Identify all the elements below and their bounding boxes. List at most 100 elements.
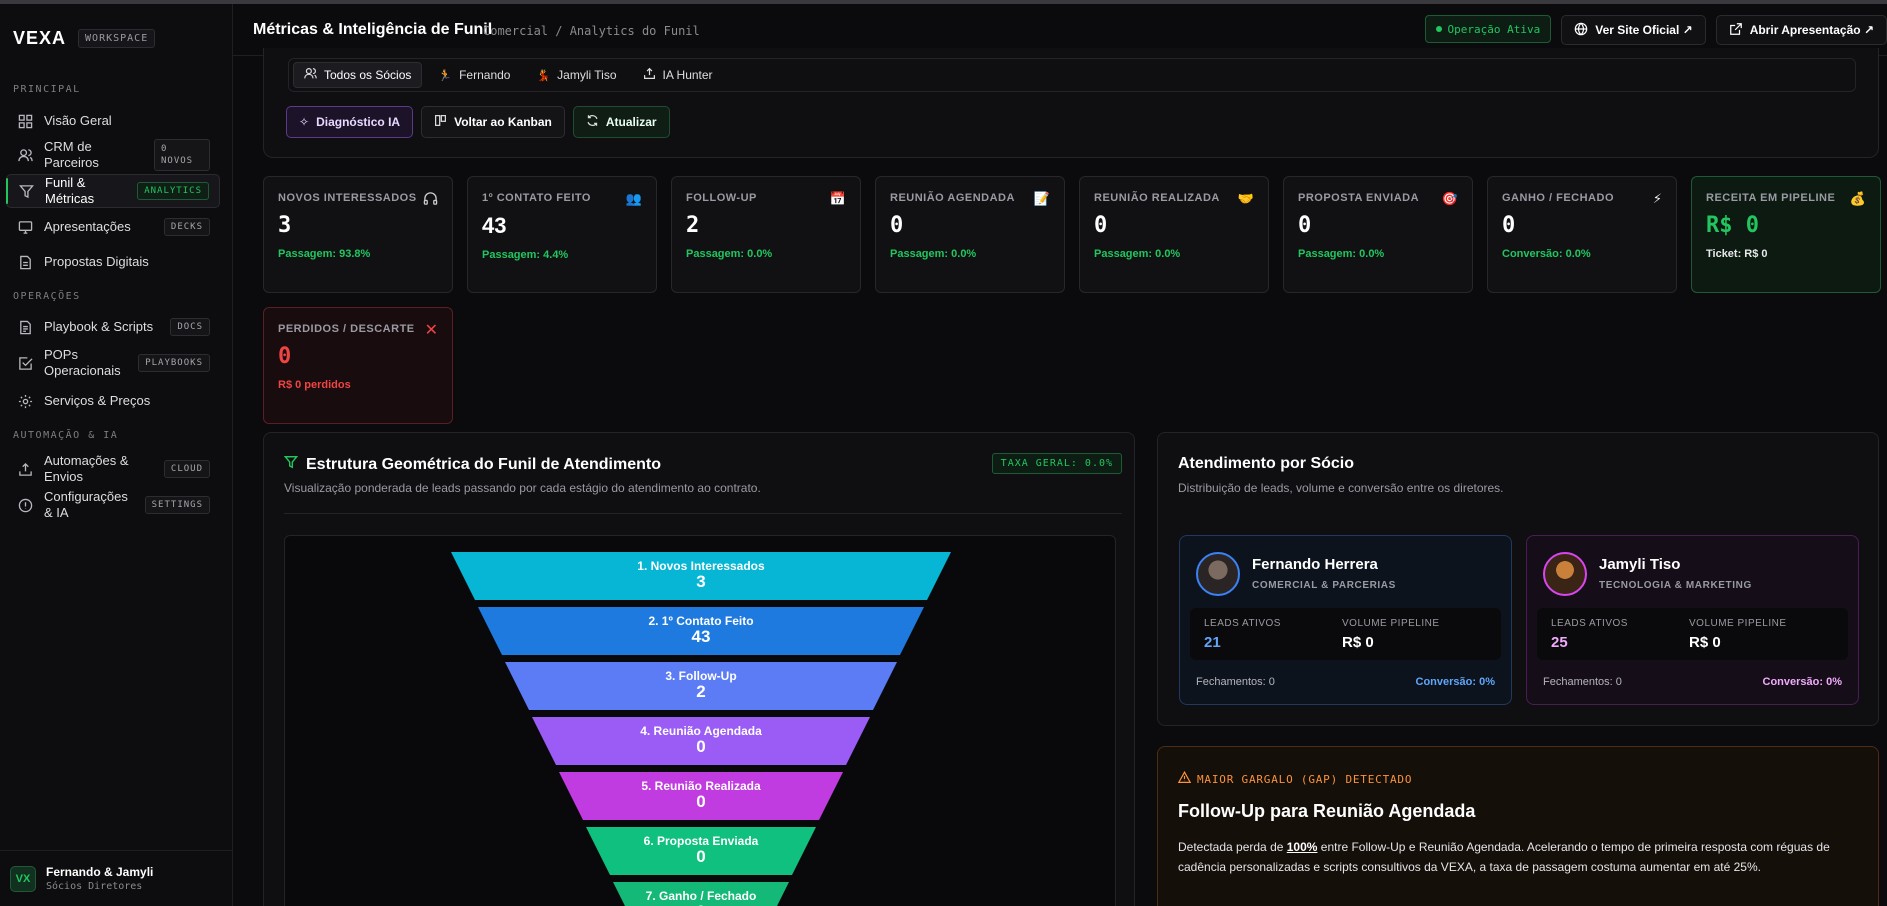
external-link-icon (1729, 22, 1743, 39)
sidebar-item-label: Playbook & Scripts (44, 319, 154, 334)
metric-sub: Conversão: 0.0% (1502, 248, 1591, 260)
partners-title: Atendimento por Sócio (1178, 455, 1354, 472)
upload-icon (16, 460, 34, 478)
check-square-icon (16, 354, 34, 372)
section-automacao: AUTOMAÇÃO & IA (13, 430, 119, 441)
tab-jamyli[interactable]: 💃 Jamyli Tiso (526, 62, 626, 88)
sidebar-item-overview[interactable]: Visão Geral (6, 108, 220, 134)
partners-panel: Atendimento por Sócio Distribuição de le… (1157, 432, 1879, 726)
open-presentation-button[interactable]: Abrir Apresentação ↗ (1715, 15, 1887, 45)
refresh-label: Atualizar (605, 115, 657, 129)
users-icon (16, 146, 34, 164)
funnel-stage[interactable]: 2. 1º Contato Feito 43 (478, 607, 924, 655)
people-icon: 👥 (625, 191, 642, 206)
partner-stats: LEADS ATIVOS 25 VOLUME PIPELINE R$ 0 (1537, 608, 1848, 660)
metric-sub: R$ 0 perdidos (278, 379, 351, 391)
cloud-badge: CLOUD (163, 460, 210, 478)
back-to-kanban-button[interactable]: Voltar ao Kanban (421, 106, 565, 138)
sidebar-item-playbook[interactable]: Playbook & Scripts DOCS (6, 314, 220, 340)
partner-card-jamyli[interactable]: Jamyli Tiso TECNOLOGIA & MARKETING LEADS… (1526, 535, 1859, 705)
funnel-panel: Estrutura Geométrica do Funil de Atendim… (263, 432, 1135, 906)
metric-sub: Ticket: R$ 0 (1706, 248, 1768, 260)
metric-card-meeting-held: REUNIÃO REALIZADA 🤝 0 Passagem: 0.0% (1079, 176, 1269, 293)
calendar-icon: 📅 (829, 191, 846, 206)
metric-value: 0 (1094, 213, 1108, 238)
metric-title: PERDIDOS / DESCARTE (278, 323, 415, 335)
sidebar-item-label: Funil & Métricas (45, 175, 95, 206)
metric-card-lost: PERDIDOS / DESCARTE ✕ 0 R$ 0 perdidos (263, 307, 453, 424)
docs-badge: DOCS (170, 318, 210, 336)
metric-value: 0 (1502, 213, 1516, 238)
sidebar-item-pops[interactable]: POPs Operacionais PLAYBOOKS (6, 346, 220, 380)
metric-sub: Passagem: 93.8% (278, 248, 371, 260)
funnel-stage[interactable]: 7. Ganho / Fechado0 (613, 882, 789, 906)
refresh-button[interactable]: Atualizar (572, 106, 670, 138)
funnel-title: Estrutura Geométrica do Funil de Atendim… (306, 455, 661, 473)
metric-card-won: GANHO / FECHADO ⚡ 0 Conversão: 0.0% (1487, 176, 1677, 293)
sidebar-item-crm[interactable]: CRM de Parceiros 0 NOVOS (6, 138, 220, 172)
metric-value: 3 (278, 213, 292, 238)
handshake-icon: 🤝 (1237, 191, 1254, 206)
funnel-title-row: Estrutura Geométrica do Funil de Atendim… (283, 455, 661, 474)
funnel-stage[interactable]: 1. Novos Interessados 3 (451, 552, 951, 600)
sidebar-item-proposals[interactable]: Propostas Digitais (6, 249, 220, 275)
memo-icon: 📝 (1033, 191, 1050, 206)
funnel-stage-value: 0 (696, 737, 706, 756)
metric-title: REUNIÃO AGENDADA (890, 192, 1015, 204)
tab-ia-hunter[interactable]: IA Hunter (633, 62, 723, 88)
funnel-chart: 1. Novos Interessados 3 2. 1º Contato Feit… (284, 535, 1116, 906)
metric-value: 0 (278, 344, 292, 369)
sidebar-item-presentations[interactable]: Apresentações DECKS (6, 214, 220, 240)
section-operacoes: OPERAÇÕES (13, 291, 81, 302)
document-icon (16, 253, 34, 271)
brand: VEXA WORKSPACE (13, 28, 156, 49)
metric-title: RECEITA EM PIPELINE (1706, 192, 1836, 204)
metric-title: REUNIÃO REALIZADA (1094, 192, 1220, 204)
sidebar-item-services[interactable]: Serviços & Preços (6, 388, 220, 414)
sidebar-item-automations[interactable]: Automações & Envios CLOUD (6, 452, 220, 486)
headphones-icon (423, 191, 438, 209)
bottleneck-tag: MAIOR GARGALO (GAP) DETECTADO (1177, 770, 1412, 787)
partners-subtitle: Distribuição de leads, volume e conversã… (1178, 481, 1504, 495)
conversion: Conversão: 0% (1415, 676, 1495, 688)
funnel-stage-value: 0 (696, 847, 706, 866)
funnel-stage[interactable]: 5. Reunião Realizada 0 (559, 772, 843, 820)
status-dot-icon (1435, 26, 1442, 32)
grid-icon (16, 112, 34, 130)
avatar (1543, 552, 1587, 596)
sidebar-item-funnel[interactable]: Funil & Métricas ANALYTICS (6, 174, 220, 208)
runner-icon: 🏃 (438, 69, 453, 82)
refresh-icon (586, 114, 599, 130)
sidebar-item-label: Apresentações (44, 219, 131, 234)
sidebar-item-settings[interactable]: Configurações & IA SETTINGS (6, 488, 220, 522)
money-bag-icon: 💰 (1849, 191, 1866, 206)
tab-label: Fernando (459, 68, 511, 82)
metric-sub: Passagem: 0.0% (890, 248, 977, 260)
volume-label: VOLUME PIPELINE (1342, 618, 1440, 629)
user-name: Fernando & Jamyli (46, 865, 154, 879)
tab-all-partners[interactable]: Todos os Sócios (293, 62, 423, 88)
metric-title: NOVOS INTERESSADOS (278, 192, 417, 204)
divider (284, 513, 1122, 514)
bottleneck-text-start: Detectada perda de (1178, 840, 1287, 854)
analytics-badge: ANALYTICS (137, 182, 209, 200)
section-principal: PRINCIPAL (13, 84, 81, 95)
user-role: Sócios Diretores (46, 881, 143, 892)
funnel-stage[interactable]: 3. Follow-Up 2 (505, 662, 897, 710)
funnel-stage[interactable]: 4. Reunião Agendada 0 (532, 717, 870, 765)
monitor-icon (16, 218, 34, 236)
ai-diagnostic-button[interactable]: ✧ Diagnóstico IA (286, 106, 414, 138)
warning-icon (1177, 770, 1192, 787)
tab-fernando[interactable]: 🏃 Fernando (428, 62, 520, 88)
metric-title: PROPOSTA ENVIADA (1298, 192, 1420, 204)
sparkle-icon: ✧ (299, 115, 310, 129)
sidebar-item-label: Propostas Digitais (44, 254, 149, 269)
funnel-stage[interactable]: 6. Proposta Enviada 0 (586, 827, 816, 875)
user-profile[interactable]: VX Fernando & Jamyli Sócios Diretores (0, 850, 233, 906)
view-site-button[interactable]: Ver Site Oficial ↗ (1561, 15, 1706, 45)
sidebar-item-label: Serviços & Preços (44, 393, 151, 408)
partner-card-fernando[interactable]: Fernando Herrera COMERCIAL & PARCERIAS L… (1179, 535, 1512, 705)
vexa-logo: VEXA (13, 28, 67, 48)
volume-value: R$ 0 (1689, 634, 1721, 651)
metric-card-first-contact: 1º CONTATO FEITO 👥 43 Passagem: 4.4% (467, 176, 657, 293)
